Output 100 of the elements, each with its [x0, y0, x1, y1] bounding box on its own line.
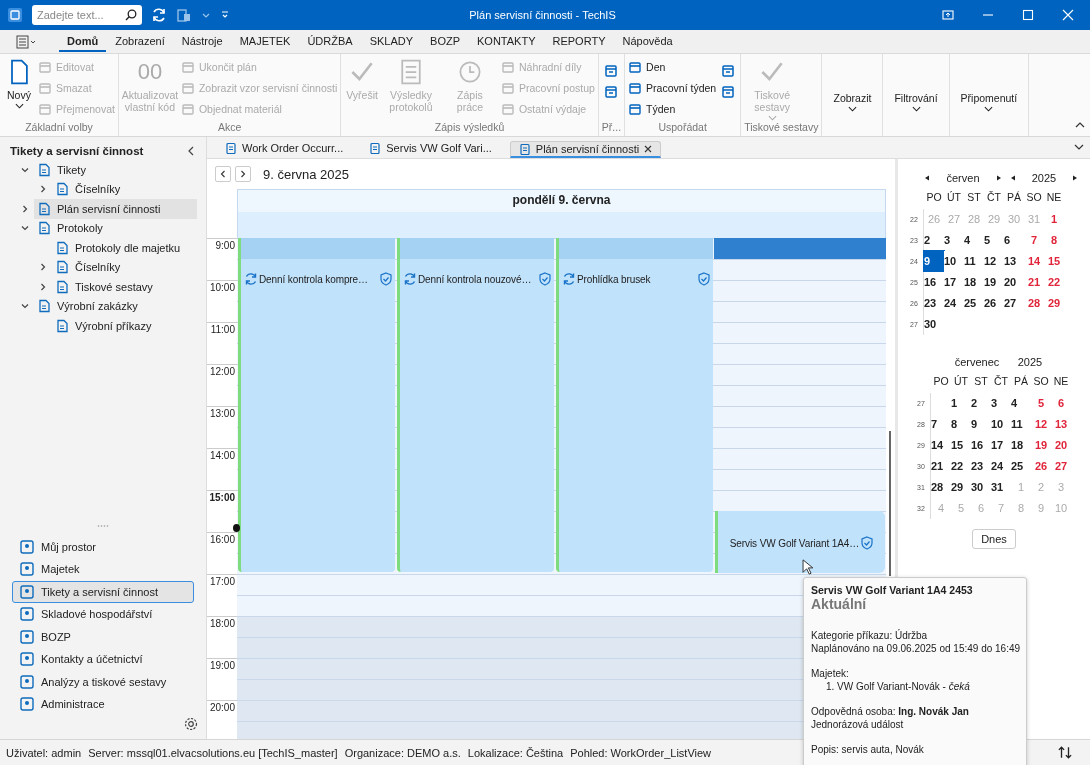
- dropdown-button[interactable]: Zobrazit: [825, 58, 880, 112]
- month-name: červenec: [953, 356, 1001, 368]
- ribbon-button[interactable]: Týden: [628, 102, 717, 116]
- calendar-event[interactable]: Servis VW Golf Variant 1A4…: [715, 511, 885, 573]
- hour-label: 11:00: [210, 324, 235, 335]
- weekday-label: ČT: [993, 375, 1009, 389]
- document-tab[interactable]: Servis VW Golf Vari...: [361, 141, 500, 158]
- status-text: Organizace: DEMO a.s.: [344, 746, 461, 759]
- dropdown-button[interactable]: Připomenutí: [952, 58, 1026, 112]
- day-header: pondělí 9. června: [512, 193, 611, 207]
- today-button[interactable]: Dnes: [972, 529, 1016, 549]
- calendar-day[interactable]: 28: [1024, 293, 1044, 314]
- status-text: Pohled: WorkOrder_ListView: [570, 746, 712, 759]
- year-label: 2025: [1030, 172, 1058, 184]
- tooltip-text: Odpovědná osoba: Ing. Novák Jan: [811, 705, 969, 718]
- module-nav-item[interactable]: BOZP: [12, 626, 194, 648]
- calendar-day[interactable]: 9: [924, 251, 944, 272]
- weekday-label: ÚT: [953, 375, 969, 389]
- group-label: Tiskové sestavy: [744, 121, 819, 135]
- calendar-day[interactable]: 7: [1024, 230, 1044, 251]
- current-date: 9. června 2025: [263, 166, 349, 182]
- module-nav-item[interactable]: Majetek: [12, 558, 194, 580]
- document-tab[interactable]: Work Order Occurr...: [217, 141, 352, 158]
- weekday-label: PO: [932, 375, 950, 389]
- calendar-day[interactable]: 14: [1024, 251, 1044, 272]
- group-label: Zápis výsledků: [433, 121, 506, 135]
- ribbon-button[interactable]: Den: [628, 60, 717, 74]
- calendar-day[interactable]: 6: [1051, 393, 1071, 414]
- tree-item[interactable]: Výrobní zakázky: [34, 296, 197, 316]
- document-tab[interactable]: Plán servisní činnosti: [509, 141, 662, 158]
- weekday-label: PÁ: [1006, 191, 1022, 205]
- tree-item[interactable]: Tikety: [34, 160, 197, 180]
- hour-label: 9:00: [215, 240, 235, 251]
- search-field[interactable]: Zadejte text...: [32, 5, 142, 25]
- hour-label: 14:00: [209, 450, 235, 461]
- tree-item[interactable]: Výrobní příkazy: [52, 316, 197, 336]
- weekday-label: ÚT: [946, 191, 962, 205]
- tooltip-text: 1. VW Golf Variant-Novák - čeká: [825, 680, 970, 693]
- menu-tab[interactable]: Nápověda: [614, 31, 681, 52]
- tree-item[interactable]: Plán servisní činnosti: [34, 199, 197, 219]
- calendar-event[interactable]: Prohlídka brusek: [556, 238, 713, 572]
- hour-label: 18:00: [209, 618, 235, 629]
- tooltip-text: Jednorázová událost: [811, 718, 904, 731]
- window-title: Plán servisní činnosti - TechIS: [469, 9, 616, 21]
- menu-tab[interactable]: ÚDRŽBA: [299, 31, 361, 52]
- module-nav-item[interactable]: Můj prostor: [12, 536, 194, 558]
- module-nav-item[interactable]: Skladové hospodářství: [12, 603, 194, 625]
- calendar-day[interactable]: 5: [1031, 393, 1051, 414]
- calendar-day[interactable]: 8: [1044, 230, 1064, 251]
- group-label: Akce: [216, 121, 243, 135]
- tree-item[interactable]: Protokoly dle majetku: [52, 238, 197, 258]
- sidebar-title: Tikety a servisní činnost: [10, 145, 144, 157]
- ribbon-button[interactable]: Pracovní týden: [628, 81, 717, 95]
- group-label: Uspořádat: [657, 121, 708, 135]
- calendar-day[interactable]: 22: [1044, 272, 1064, 293]
- hour-label: 13:00: [209, 408, 235, 419]
- hour-label: 15:00: [209, 492, 235, 503]
- calendar-day[interactable]: 12: [1031, 414, 1051, 435]
- tree-item[interactable]: Tiskové sestavy: [52, 277, 197, 297]
- calendar-day[interactable]: 1: [1044, 209, 1064, 230]
- hour-label: 16:00: [209, 534, 235, 545]
- calendar-day[interactable]: 21: [1024, 272, 1044, 293]
- calendar-day[interactable]: 29: [1044, 293, 1064, 314]
- calendar-day[interactable]: 27: [1051, 456, 1071, 477]
- group-label: Př...: [601, 121, 622, 135]
- calendar-day[interactable]: 19: [1031, 435, 1051, 456]
- weekday-label: ST: [966, 191, 982, 205]
- module-nav-item[interactable]: Kontakty a účetnictví: [12, 648, 194, 670]
- menu-tab[interactable]: REPORTY: [544, 31, 614, 52]
- calendar-day[interactable]: 15: [1044, 251, 1064, 272]
- hour-label: 20:00: [209, 702, 235, 713]
- calendar-event[interactable]: Denní kontrola kompre…: [238, 238, 395, 572]
- hour-label: 17:00: [209, 576, 235, 587]
- calendar-day[interactable]: 26: [1031, 456, 1051, 477]
- menu-tab[interactable]: Domů: [59, 31, 107, 52]
- dropdown-button[interactable]: Filtrování: [886, 58, 946, 112]
- hour-label: 10:00: [209, 282, 235, 293]
- menu-tab[interactable]: MAJETEK: [231, 31, 299, 52]
- menu-tab[interactable]: Nástroje: [173, 31, 231, 52]
- tree-item[interactable]: Protokoly: [34, 218, 197, 238]
- calendar-day[interactable]: 13: [1051, 414, 1071, 435]
- module-nav-item[interactable]: Analýzy a tiskové sestavy: [12, 671, 194, 693]
- group-label: Základní volby: [24, 121, 94, 135]
- menu-tab[interactable]: Zobrazení: [107, 31, 173, 52]
- menu-tab[interactable]: KONTAKTY: [469, 31, 544, 52]
- calendar-event[interactable]: Denní kontrola nouzové…: [397, 238, 554, 572]
- tree-item[interactable]: Číselníky: [52, 179, 197, 199]
- weekday-label: NE: [1045, 191, 1063, 205]
- menu-tab[interactable]: SKLADY: [361, 31, 422, 52]
- module-nav-item[interactable]: Administrace: [12, 693, 194, 715]
- hour-label: 12:00: [209, 366, 235, 377]
- year-label: 2025: [1016, 356, 1044, 368]
- menu-tab[interactable]: BOZP: [422, 31, 468, 52]
- calendar-day[interactable]: 20: [1051, 435, 1071, 456]
- module-nav-item[interactable]: Tikety a servisní činnost: [12, 581, 194, 603]
- ribbon-button[interactable]: Nový: [3, 58, 35, 109]
- status-text: Server: mssql01.elvacsolutions.eu [TechIS_master]: [88, 746, 338, 759]
- weekday-label: PO: [925, 191, 943, 205]
- tooltip-text: Kategorie příkazu: Údržba: [811, 629, 928, 642]
- tree-item[interactable]: Číselníky: [52, 257, 197, 277]
